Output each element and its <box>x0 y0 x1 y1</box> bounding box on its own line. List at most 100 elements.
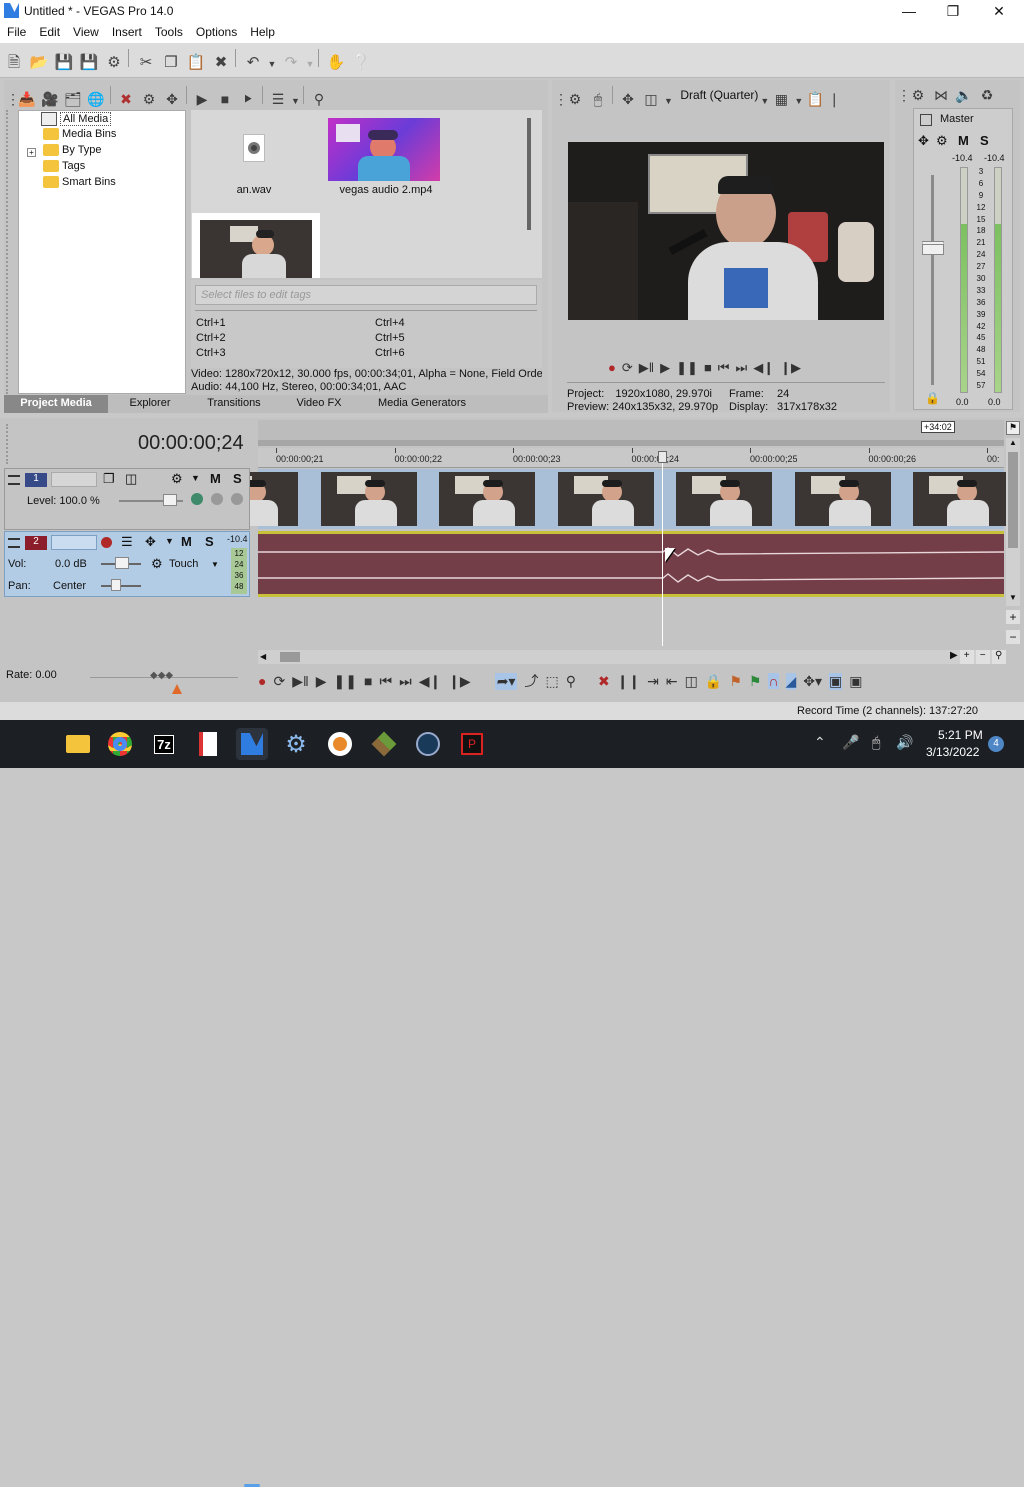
settings-icon[interactable]: ⚙ <box>280 728 312 760</box>
track-collapse-icon[interactable] <box>8 475 20 485</box>
timecode-display[interactable]: 00:00:00;24 <box>138 432 244 455</box>
maximize-button[interactable]: ❐ <box>930 0 976 22</box>
play-from-start-icon[interactable]: ▶‖ <box>292 673 309 690</box>
media-list-scrollbar[interactable] <box>527 118 531 230</box>
media-app-icon[interactable]: P <box>456 728 488 760</box>
auto-ripple-icon[interactable]: ◢ <box>785 672 797 690</box>
external-monitor-icon[interactable]: 🖱 <box>588 89 608 109</box>
media-item-vegas-audio-2[interactable]: vegas audio 2.mp4 <box>321 118 451 202</box>
horizontal-scrollbar[interactable]: ◀ <box>258 650 1004 664</box>
views-dropdown-icon[interactable]: ▼ <box>291 91 300 111</box>
paste-icon[interactable]: 📋 <box>185 52 207 74</box>
master-fx-icon[interactable]: ♻ <box>977 85 997 105</box>
tree-item-by-type[interactable]: By Type <box>43 144 102 156</box>
audio-track-events[interactable] <box>258 531 1004 597</box>
save-snapshot-icon[interactable]: ❘ <box>828 89 840 109</box>
zoom-tool-icon[interactable]: ⚲ <box>991 650 1006 664</box>
trim-start-icon[interactable]: ⇥ <box>647 673 659 690</box>
track-fx-icon[interactable]: ◫ <box>125 471 137 487</box>
zoom-out-horizontal-icon[interactable]: − <box>975 650 990 664</box>
menu-insert[interactable]: Insert <box>105 22 148 39</box>
audio-track-header[interactable]: 2 ☰ ✥ ▼ M S -10.4 Vol: 0.0 dB ⚙ Touch ▼ … <box>4 531 250 597</box>
tab-explorer[interactable]: Explorer <box>112 395 188 413</box>
master-fader-handle[interactable] <box>922 241 944 255</box>
tab-video-fx[interactable]: Video FX <box>280 395 358 413</box>
new-project-icon[interactable]: 🗎 <box>3 52 25 74</box>
delete-icon[interactable]: ✖ <box>210 52 232 74</box>
video-level-handle[interactable] <box>163 494 177 506</box>
media-player-icon[interactable] <box>324 728 356 760</box>
save-icon[interactable]: 💾 <box>53 52 75 74</box>
quality-dropdown-icon[interactable]: ▼ <box>760 91 769 111</box>
expand-icon[interactable]: + <box>27 148 36 157</box>
preview-quality-select[interactable]: Draft (Quarter) <box>680 80 758 110</box>
undo-dropdown-icon[interactable]: ▼ <box>267 53 277 75</box>
remove-media-icon[interactable]: ✖ <box>116 89 136 109</box>
master-mute-button[interactable]: M <box>958 133 969 148</box>
timeline-ruler[interactable]: 00:00:00;21 00:00:00;22 00:00:00;23 00:00:0… <box>258 448 1004 468</box>
get-media-icon[interactable]: 🗂 <box>63 89 83 109</box>
split-screen-icon[interactable]: ✥ <box>618 89 638 109</box>
master-insert-fx-icon[interactable]: ✥ <box>918 133 929 149</box>
scrollbar-thumb[interactable] <box>280 652 300 662</box>
compositing-mode-icon[interactable]: ⚙ <box>171 471 183 487</box>
auto-preview-icon[interactable]: ⯈ <box>238 89 258 109</box>
timeline-overview-bar[interactable]: +34:02 <box>258 420 1004 446</box>
zoom-in-horizontal-icon[interactable]: + <box>959 650 974 664</box>
loop-icon[interactable]: ⟳ <box>273 673 285 690</box>
steam-icon[interactable] <box>412 728 444 760</box>
video-solo-button[interactable]: S <box>233 471 242 486</box>
previous-frame-icon[interactable]: ◀❙ <box>419 673 442 690</box>
go-to-end-icon[interactable]: ⏭ <box>399 673 412 690</box>
views-icon[interactable]: ☰ <box>268 89 288 109</box>
vertical-scrollbar[interactable]: ▲ ▼ <box>1006 438 1020 606</box>
minecraft-icon[interactable] <box>368 728 400 760</box>
audio-mute-button[interactable]: M <box>181 534 192 549</box>
grid-dropdown-icon[interactable]: ▼ <box>794 91 803 111</box>
overlays-dropdown-icon[interactable]: ▼ <box>664 91 673 111</box>
marker-flag-icon[interactable]: ⚑ <box>1006 421 1020 435</box>
trim-end-icon[interactable]: ⇤ <box>666 673 678 690</box>
play-from-start-icon[interactable]: ▶‖ <box>639 360 654 378</box>
pause-icon[interactable]: ❚❚ <box>676 360 698 378</box>
overlays-icon[interactable]: ◫ <box>641 89 661 109</box>
play-icon[interactable]: ▶ <box>192 89 212 109</box>
selection-tool-icon[interactable]: ⬚ <box>545 673 558 690</box>
zoom-out-vertical-icon[interactable]: − <box>1006 630 1020 644</box>
volume-icon[interactable]: 🔊 <box>896 734 913 751</box>
automation-mode-dropdown-icon[interactable]: ▼ <box>211 560 219 569</box>
minimize-button[interactable]: — <box>886 0 932 22</box>
touch-automation-icon[interactable]: ⚙ <box>151 556 163 572</box>
media-item-an-wav[interactable]: an.wav <box>219 130 289 200</box>
menu-edit[interactable]: Edit <box>32 22 66 39</box>
insert-region-icon[interactable]: ⚑ <box>749 673 762 690</box>
tab-media-generators[interactable]: Media Generators <box>362 395 482 413</box>
pan-slider[interactable] <box>101 585 141 587</box>
menu-help[interactable]: Help <box>243 22 281 39</box>
tree-item-tags[interactable]: Tags <box>43 160 85 172</box>
clock-time[interactable]: 5:21 PM <box>938 728 983 742</box>
video-track-events[interactable] <box>202 469 1009 529</box>
go-to-start-icon[interactable]: ⏮ <box>718 360 730 378</box>
enable-snapping-icon[interactable]: ✋ <box>325 52 347 74</box>
network-icon[interactable]: 🖱 <box>872 734 880 751</box>
track-motion-icon[interactable]: ✥ <box>145 534 156 550</box>
pan-handle[interactable] <box>111 579 121 591</box>
compositing-dropdown-icon[interactable]: ▼ <box>191 473 200 483</box>
open-icon[interactable]: 📂 <box>28 52 50 74</box>
parent-composite-icon[interactable] <box>191 493 203 505</box>
loop-icon[interactable]: ⟳ <box>622 360 633 378</box>
undo-icon[interactable]: ↶ <box>242 52 264 74</box>
crossfade-icon[interactable]: ✥▾ <box>803 673 822 690</box>
properties-icon[interactable]: ⚙ <box>103 52 125 74</box>
dim-output-icon[interactable]: 🔈 <box>954 85 974 105</box>
video-track-name-field[interactable] <box>51 472 97 487</box>
snapping-icon[interactable]: ∩ <box>768 673 779 689</box>
video-track-header[interactable]: 1 ❐ ◫ ⚙ ▼ M S Level: 100.0 % <box>4 468 250 530</box>
stop-icon[interactable]: ■ <box>364 673 372 689</box>
playhead-handle[interactable] <box>658 451 667 463</box>
record-icon[interactable]: ● <box>608 360 616 378</box>
master-properties-icon[interactable]: ⚙ <box>908 85 928 105</box>
tree-item-media-bins[interactable]: Media Bins <box>43 128 116 140</box>
copy-icon[interactable]: ❐ <box>160 52 182 74</box>
